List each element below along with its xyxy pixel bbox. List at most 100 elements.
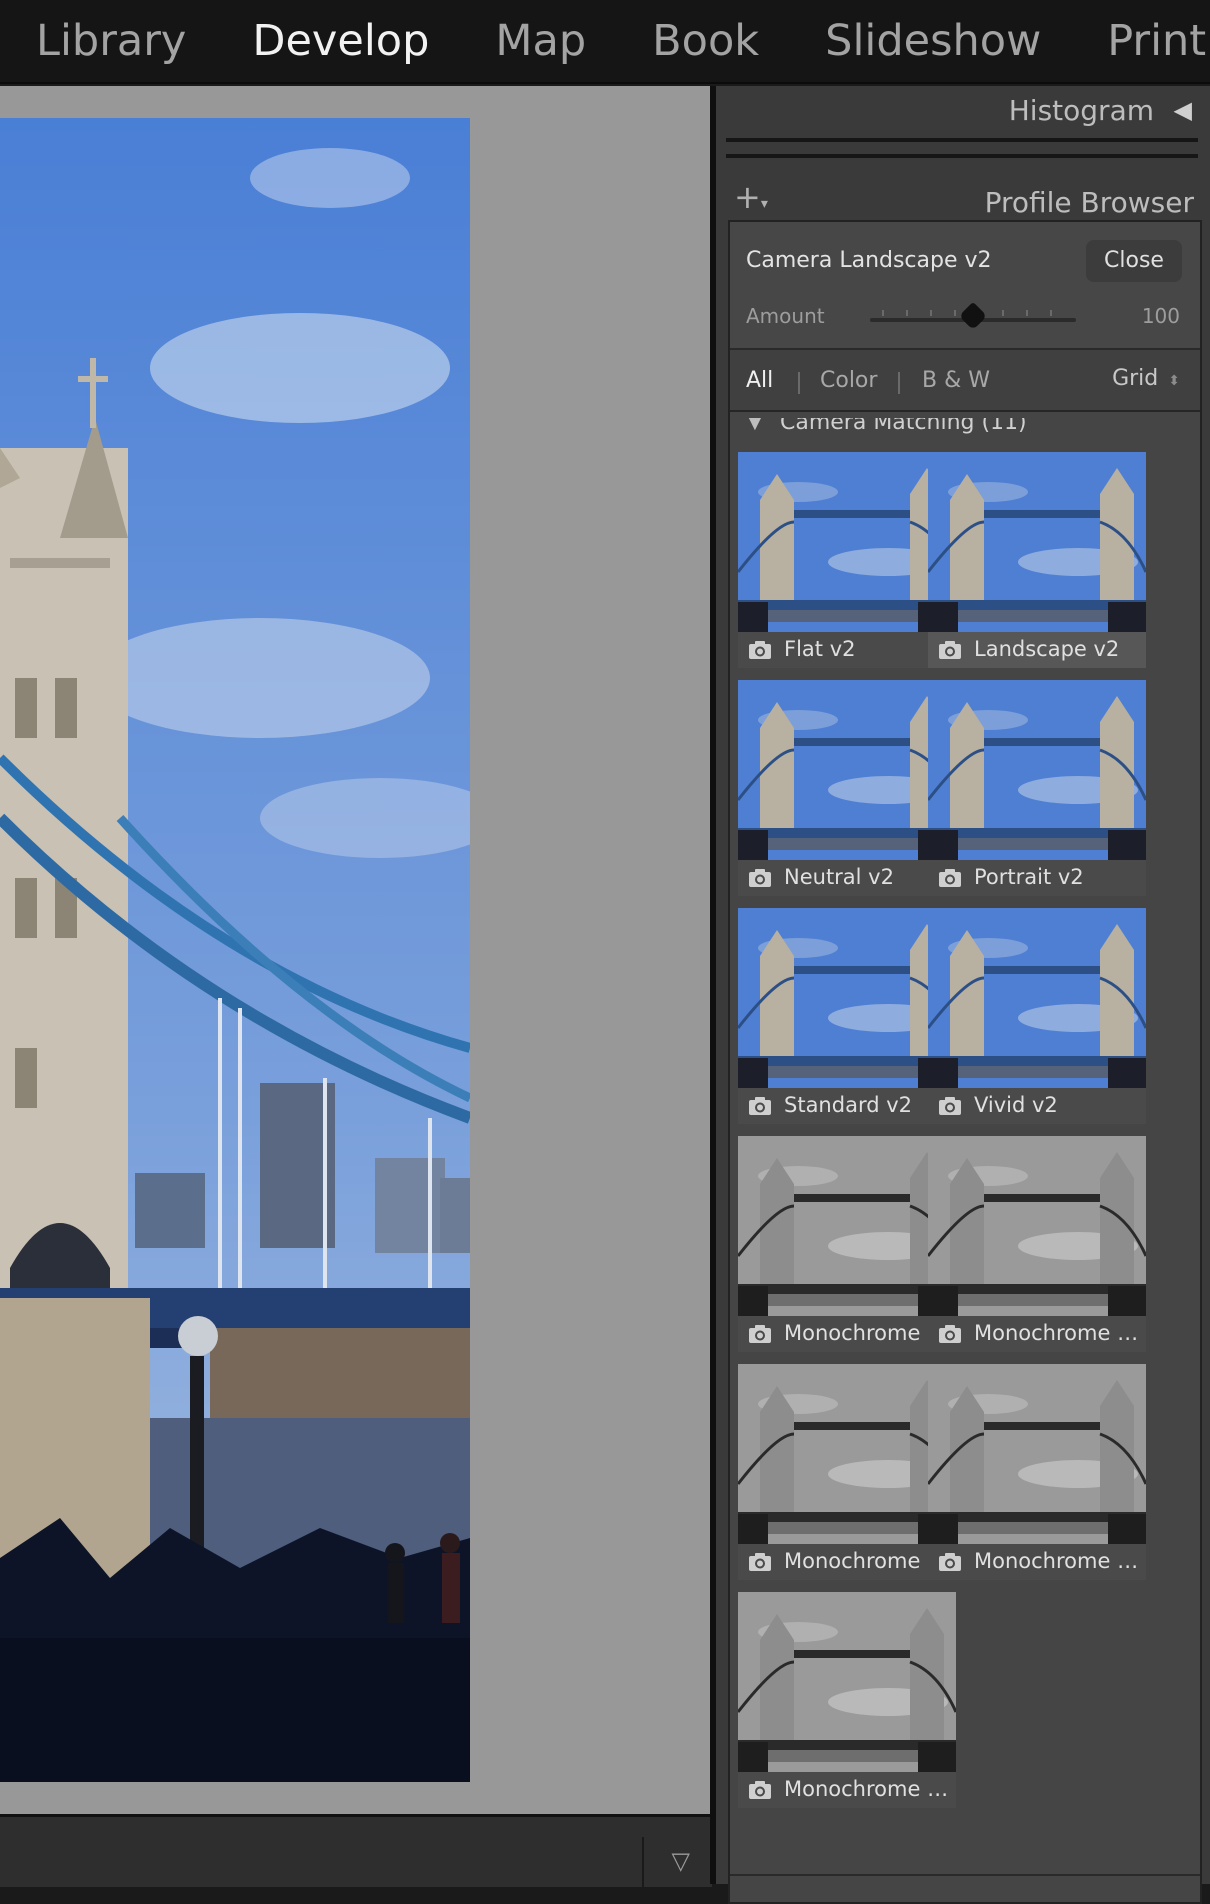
plus-icon[interactable]: +▾: [734, 178, 768, 216]
slider-tick: [954, 310, 956, 316]
slider-tick: [1002, 310, 1004, 316]
module-slideshow[interactable]: Slideshow: [789, 0, 1071, 82]
filter-all[interactable]: All: [746, 368, 773, 393]
amount-value[interactable]: 100: [1142, 304, 1180, 328]
profile-label: Flat v2: [784, 637, 856, 661]
camera-icon: [938, 1552, 962, 1572]
profile-caption: Portrait v2: [928, 860, 1146, 896]
profile-thumbnail: [928, 1136, 1146, 1316]
module-book[interactable]: Book: [616, 0, 789, 82]
view-mode-value: Grid: [1112, 366, 1159, 391]
bottom-toolbar: ▽: [0, 1814, 712, 1887]
close-button[interactable]: Close: [1086, 240, 1182, 282]
module-map[interactable]: Map: [459, 0, 616, 82]
profile-caption: Monochrome (…: [738, 1316, 956, 1352]
profile-label: Monochrome (R…: [784, 1549, 950, 1573]
profile-group-header[interactable]: ▼ Camera Matching (11): [730, 418, 1200, 438]
amount-slider[interactable]: [870, 301, 1076, 331]
camera-icon: [748, 1552, 772, 1572]
profile-caption: Monochrome (…: [928, 1544, 1146, 1580]
current-profile-name: Camera Landscape v2: [746, 248, 992, 273]
triangle-down-icon[interactable]: ▽: [672, 1847, 690, 1875]
camera-icon: [938, 868, 962, 888]
profile-label: Neutral v2: [784, 865, 894, 889]
right-panel: Histogram ◀ +▾ Profile Browser Camera La…: [716, 86, 1210, 1904]
profile-caption: Monochrome (…: [928, 1316, 1146, 1352]
panel-divider-line: [726, 138, 1198, 142]
profile-thumbnail: [928, 452, 1146, 632]
amount-label: Amount: [746, 304, 825, 328]
profile-thumbnail: [928, 908, 1146, 1088]
tower-bridge-photo: [0, 118, 470, 1782]
camera-icon: [938, 640, 962, 660]
module-library[interactable]: Library: [0, 0, 216, 82]
profile-thumbnail: [738, 452, 956, 632]
panel-divider-line: [730, 1874, 1200, 1876]
profile-tile[interactable]: Landscape v2: [928, 452, 1146, 668]
filter-separator: [798, 372, 800, 394]
camera-icon: [748, 1096, 772, 1116]
profile-group-label: Camera Matching (11): [780, 418, 1027, 435]
profile-tile[interactable]: Portrait v2: [928, 680, 1146, 896]
camera-icon: [748, 1324, 772, 1344]
toolbar-divider: [642, 1837, 644, 1887]
slider-tick: [930, 310, 932, 316]
profile-tile[interactable]: Monochrome (…: [928, 1136, 1146, 1352]
module-picker: Library Develop Map Book Slideshow Print…: [0, 0, 1210, 84]
profile-thumbnail: [738, 1136, 956, 1316]
profile-tile[interactable]: Monochrome v2: [738, 1592, 956, 1808]
profile-label: Portrait v2: [974, 865, 1084, 889]
profile-browser: Camera Landscape v2 Close Amount 100 All…: [728, 220, 1202, 1904]
profile-thumbnail: [738, 1592, 956, 1772]
photo-preview[interactable]: [0, 118, 470, 1782]
profile-label: Monochrome (…: [974, 1321, 1140, 1345]
view-mode-select[interactable]: Grid ⬍: [1112, 366, 1180, 391]
profile-tile[interactable]: Vivid v2: [928, 908, 1146, 1124]
profile-tile[interactable]: Monochrome (R…: [738, 1364, 956, 1580]
profile-tile[interactable]: Standard v2: [738, 908, 956, 1124]
profile-caption: Vivid v2: [928, 1088, 1146, 1124]
slider-tick: [906, 310, 908, 316]
filter-bw[interactable]: B & W: [922, 368, 990, 393]
profile-tile[interactable]: Neutral v2: [738, 680, 956, 896]
profile-browser-title: Profile Browser: [984, 186, 1194, 219]
profile-caption: Monochrome (R…: [738, 1544, 956, 1580]
triangle-left-icon[interactable]: ◀: [1174, 96, 1192, 124]
profile-filter-bar: All Color B & W Grid ⬍: [730, 350, 1200, 412]
profile-thumbnail: [738, 1364, 956, 1544]
camera-icon: [748, 868, 772, 888]
slider-tick: [882, 310, 884, 316]
profile-thumbnail: [928, 680, 1146, 860]
slider-tick: [1050, 310, 1052, 316]
camera-icon: [748, 1780, 772, 1800]
filter-color[interactable]: Color: [820, 368, 877, 393]
profile-tile[interactable]: Monochrome (…: [928, 1364, 1146, 1580]
profile-tile[interactable]: Flat v2: [738, 452, 956, 668]
module-develop[interactable]: Develop: [216, 0, 459, 82]
profile-label: Monochrome (…: [974, 1549, 1140, 1573]
profile-label: Standard v2: [784, 1093, 912, 1117]
profile-caption: Neutral v2: [738, 860, 956, 896]
profile-caption: Monochrome v2: [738, 1772, 956, 1808]
image-canvas[interactable]: [0, 86, 710, 1814]
histogram-panel-header[interactable]: Histogram ◀: [716, 86, 1210, 138]
module-print[interactable]: Print: [1071, 0, 1210, 82]
filter-separator: [898, 372, 900, 394]
chevron-updown-icon: ⬍: [1168, 373, 1180, 389]
profile-caption: Landscape v2: [928, 632, 1146, 668]
histogram-title: Histogram: [1008, 94, 1154, 127]
profile-thumbnail: [738, 908, 956, 1088]
profile-caption: Standard v2: [738, 1088, 956, 1124]
profile-label: Vivid v2: [974, 1093, 1058, 1117]
profile-thumbnail: [738, 680, 956, 860]
profile-controls: Camera Landscape v2 Close Amount 100: [730, 222, 1200, 350]
profile-label: Landscape v2: [974, 637, 1120, 661]
slider-thumb[interactable]: [958, 301, 988, 331]
profile-caption: Flat v2: [738, 632, 956, 668]
panel-divider-line: [726, 154, 1198, 158]
camera-icon: [748, 640, 772, 660]
triangle-down-icon[interactable]: ▼: [748, 418, 762, 433]
profile-label: Monochrome (…: [784, 1321, 950, 1345]
profile-tile[interactable]: Monochrome (…: [738, 1136, 956, 1352]
profile-thumbnail: [928, 1364, 1146, 1544]
